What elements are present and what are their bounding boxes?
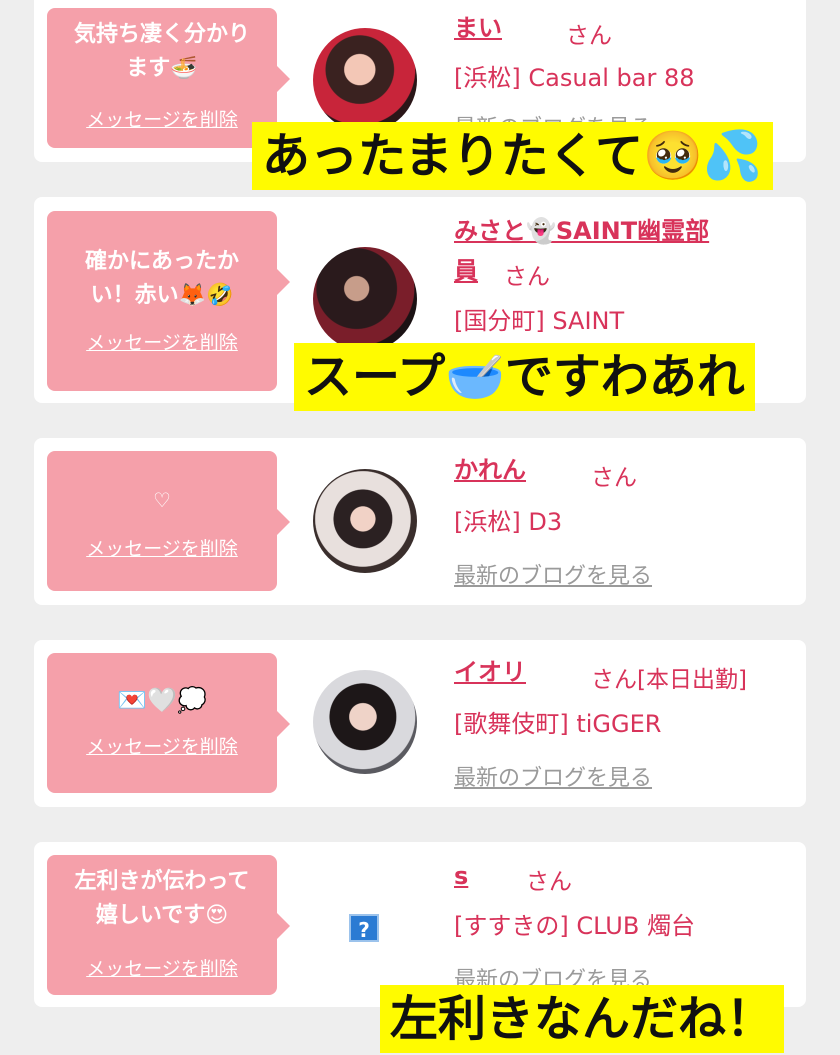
message-card: 💌🤍💭 メッセージを削除 イオリ さん[本日出勤] [歌舞伎町] tiGGER … (34, 640, 806, 807)
message-text: 左利きが伝わって 嬉しいです😍 (74, 869, 250, 928)
message-text: ♡ (153, 488, 171, 512)
honorific: さん (566, 23, 612, 49)
delete-message-link[interactable]: メッセージを削除 (47, 732, 277, 759)
shop-name: [すすきの] CLUB 燭台 (454, 912, 695, 940)
message-card: ♡ メッセージを削除 かれん さん [浜松] D3 最新のブログを見る (34, 438, 806, 605)
shop-name: [国分町] SAINT (454, 307, 625, 335)
cast-name-link-line2[interactable]: 員 (454, 249, 478, 293)
shop-name: [歌舞伎町] tiGGER (454, 710, 662, 738)
cast-name-link[interactable]: s (454, 854, 468, 898)
message-bubble: 左利きが伝わって 嬉しいです😍 メッセージを削除 (47, 855, 290, 995)
avatar-placeholder[interactable]: ? (313, 874, 417, 978)
message-bubble: 確かにあったか い！赤い🦊🤣 メッセージを削除 (47, 211, 290, 391)
honorific: さん (591, 465, 637, 491)
cast-name-link[interactable]: イオリ (454, 650, 526, 694)
broken-image-icon: ? (349, 914, 379, 942)
delete-message-link[interactable]: メッセージを削除 (47, 534, 277, 561)
message-text: 確かにあったか い！赤い🦊🤣 (84, 249, 239, 308)
delete-message-link[interactable]: メッセージを削除 (47, 328, 277, 355)
message-card: 左利きが伝わって 嬉しいです😍 メッセージを削除 ? s さん [すすきの] C… (34, 842, 806, 1007)
cast-name-link[interactable]: まい (454, 6, 502, 50)
shop-name: [浜松] Casual bar 88 (454, 64, 695, 92)
latest-blog-link[interactable]: 最新のブログを見る (454, 760, 652, 792)
honorific: さん (526, 869, 572, 895)
cast-name-link[interactable]: みさと👻SAINT幽霊部 (454, 209, 709, 253)
delete-message-link[interactable]: メッセージを削除 (47, 954, 277, 981)
honorific: さん (504, 264, 550, 290)
avatar[interactable] (313, 670, 417, 774)
message-bubble: ♡ メッセージを削除 (47, 451, 290, 591)
cast-name-link[interactable]: かれん (454, 448, 526, 492)
delete-message-link[interactable]: メッセージを削除 (47, 105, 277, 132)
avatar[interactable] (313, 469, 417, 573)
avatar[interactable] (313, 247, 417, 351)
honorific: さん[本日出勤] (591, 667, 747, 693)
message-text: 気持ち凄く分かり ます🍜 (73, 22, 250, 81)
message-bubble: 💌🤍💭 メッセージを削除 (47, 653, 290, 793)
avatar[interactable] (313, 28, 417, 132)
shop-name: [浜松] D3 (454, 508, 563, 536)
message-bubble: 気持ち凄く分かり ます🍜 メッセージを削除 (47, 8, 290, 148)
caption-overlay: あったまりたくて🥹💦 (252, 122, 773, 190)
caption-overlay: スープ🥣ですわあれ (294, 343, 755, 411)
caption-overlay: 左利きなんだね！ (380, 985, 785, 1053)
latest-blog-link[interactable]: 最新のブログを見る (454, 558, 652, 590)
message-text: 💌🤍💭 (117, 686, 207, 714)
